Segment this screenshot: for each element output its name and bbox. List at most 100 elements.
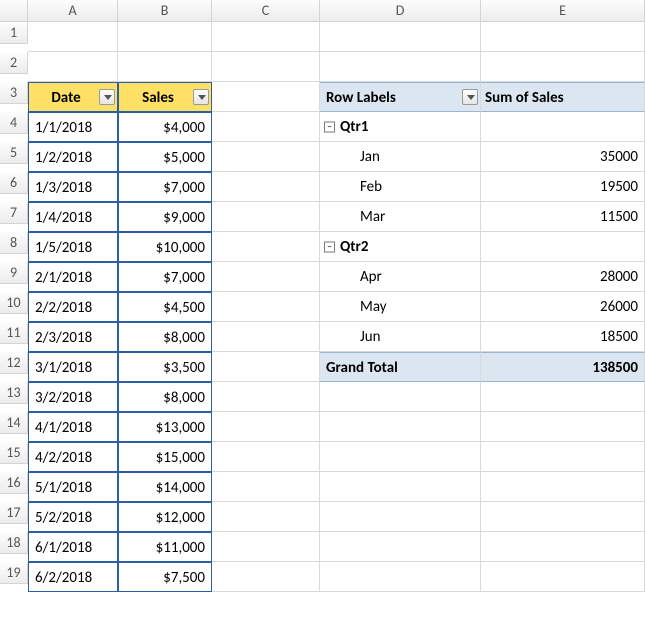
row-header-9[interactable]: 9 — [0, 262, 28, 284]
pivot-item[interactable]: Jan — [320, 142, 481, 172]
pivot-value[interactable]: 19500 — [481, 172, 645, 202]
row-header-7[interactable]: 7 — [0, 202, 28, 224]
table-header-date[interactable]: Date — [28, 82, 118, 112]
pivot-group[interactable]: − Qtr1 — [320, 112, 481, 142]
cell-C19[interactable] — [212, 562, 320, 592]
table-row[interactable]: $8,000 — [118, 382, 212, 412]
table-row[interactable]: $7,000 — [118, 172, 212, 202]
cell-E17[interactable] — [481, 502, 645, 532]
cell-C16[interactable] — [212, 472, 320, 502]
select-all-corner[interactable] — [0, 0, 28, 22]
table-row[interactable]: $5,000 — [118, 142, 212, 172]
cell-C2[interactable] — [212, 52, 320, 82]
table-row[interactable]: 1/5/2018 — [28, 232, 118, 262]
pivot-item[interactable]: May — [320, 292, 481, 322]
table-row[interactable]: 1/4/2018 — [28, 202, 118, 232]
table-row[interactable]: $12,000 — [118, 502, 212, 532]
cell-E13[interactable] — [481, 382, 645, 412]
row-header-18[interactable]: 18 — [0, 532, 28, 554]
row-header-6[interactable]: 6 — [0, 172, 28, 194]
cell-D18[interactable] — [320, 532, 481, 562]
cell-E16[interactable] — [481, 472, 645, 502]
table-row[interactable]: $4,500 — [118, 292, 212, 322]
cell-D16[interactable] — [320, 472, 481, 502]
cell-C18[interactable] — [212, 532, 320, 562]
pivot-item[interactable]: Jun — [320, 322, 481, 352]
table-row[interactable]: 2/2/2018 — [28, 292, 118, 322]
table-row[interactable]: $10,000 — [118, 232, 212, 262]
spreadsheet-grid[interactable]: A B C D E 1 How to Create a Pie Chart fr… — [0, 0, 645, 592]
pivot-grand-total-label[interactable]: Grand Total — [320, 352, 481, 382]
cell-C17[interactable] — [212, 502, 320, 532]
cell-C8[interactable] — [212, 232, 320, 262]
table-row[interactable]: $7,500 — [118, 562, 212, 592]
cell-C7[interactable] — [212, 202, 320, 232]
table-row[interactable]: 1/3/2018 — [28, 172, 118, 202]
cell-D13[interactable] — [320, 382, 481, 412]
col-header-C[interactable]: C — [212, 0, 320, 22]
cell-E18[interactable] — [481, 532, 645, 562]
table-row[interactable]: 2/1/2018 — [28, 262, 118, 292]
table-row[interactable]: 6/2/2018 — [28, 562, 118, 592]
cell-C14[interactable] — [212, 412, 320, 442]
cell-C13[interactable] — [212, 382, 320, 412]
cell-A2[interactable] — [28, 52, 118, 82]
cell-C9[interactable] — [212, 262, 320, 292]
row-header-14[interactable]: 14 — [0, 412, 28, 434]
table-row[interactable]: 1/2/2018 — [28, 142, 118, 172]
pivot-value[interactable]: 18500 — [481, 322, 645, 352]
cell-E15[interactable] — [481, 442, 645, 472]
pivot-grand-total-value[interactable]: 138500 — [481, 352, 645, 382]
row-header-17[interactable]: 17 — [0, 502, 28, 524]
table-row[interactable]: 4/1/2018 — [28, 412, 118, 442]
pivot-value[interactable]: 11500 — [481, 202, 645, 232]
cell-E4[interactable] — [481, 112, 645, 142]
cell-C4[interactable] — [212, 112, 320, 142]
pivot-value[interactable]: 35000 — [481, 142, 645, 172]
cell-B2[interactable] — [118, 52, 212, 82]
row-header-15[interactable]: 15 — [0, 442, 28, 464]
filter-dropdown-icon[interactable] — [462, 89, 478, 105]
pivot-item[interactable]: Feb — [320, 172, 481, 202]
row-header-19[interactable]: 19 — [0, 562, 28, 584]
pivot-header-rowlabels[interactable]: Row Labels — [320, 82, 481, 112]
table-row[interactable]: 1/1/2018 — [28, 112, 118, 142]
row-header-13[interactable]: 13 — [0, 382, 28, 404]
table-row[interactable]: $4,000 — [118, 112, 212, 142]
col-header-D[interactable]: D — [320, 0, 481, 22]
table-row[interactable]: 2/3/2018 — [28, 322, 118, 352]
table-row[interactable]: $3,500 — [118, 352, 212, 382]
cell-C3[interactable] — [212, 82, 320, 112]
collapse-icon[interactable]: − — [324, 241, 335, 252]
cell-C10[interactable] — [212, 292, 320, 322]
table-row[interactable]: $14,000 — [118, 472, 212, 502]
col-header-B[interactable]: B — [118, 0, 212, 22]
cell-C12[interactable] — [212, 352, 320, 382]
cell-A1[interactable]: How to Create a Pie Chart from a Pivot T… — [28, 22, 118, 52]
table-row[interactable]: $8,000 — [118, 322, 212, 352]
col-header-E[interactable]: E — [481, 0, 645, 22]
table-row[interactable]: 3/2/2018 — [28, 382, 118, 412]
filter-dropdown-icon[interactable] — [193, 89, 209, 105]
table-row[interactable]: $11,000 — [118, 532, 212, 562]
collapse-icon[interactable]: − — [324, 121, 335, 132]
cell-E14[interactable] — [481, 412, 645, 442]
cell-C11[interactable] — [212, 322, 320, 352]
cell-D15[interactable] — [320, 442, 481, 472]
cell-C15[interactable] — [212, 442, 320, 472]
filter-dropdown-icon[interactable] — [99, 89, 115, 105]
pivot-value[interactable]: 28000 — [481, 262, 645, 292]
cell-E8[interactable] — [481, 232, 645, 262]
cell-E2[interactable] — [481, 52, 645, 82]
table-row[interactable]: $15,000 — [118, 442, 212, 472]
cell-C1[interactable] — [212, 22, 320, 52]
row-header-5[interactable]: 5 — [0, 142, 28, 164]
row-header-3[interactable]: 3 — [0, 82, 28, 104]
cell-D17[interactable] — [320, 502, 481, 532]
table-row[interactable]: 3/1/2018 — [28, 352, 118, 382]
row-header-8[interactable]: 8 — [0, 232, 28, 254]
table-header-sales[interactable]: Sales — [118, 82, 212, 112]
table-row[interactable]: 6/1/2018 — [28, 532, 118, 562]
pivot-value[interactable]: 26000 — [481, 292, 645, 322]
cell-D1[interactable] — [320, 22, 481, 52]
